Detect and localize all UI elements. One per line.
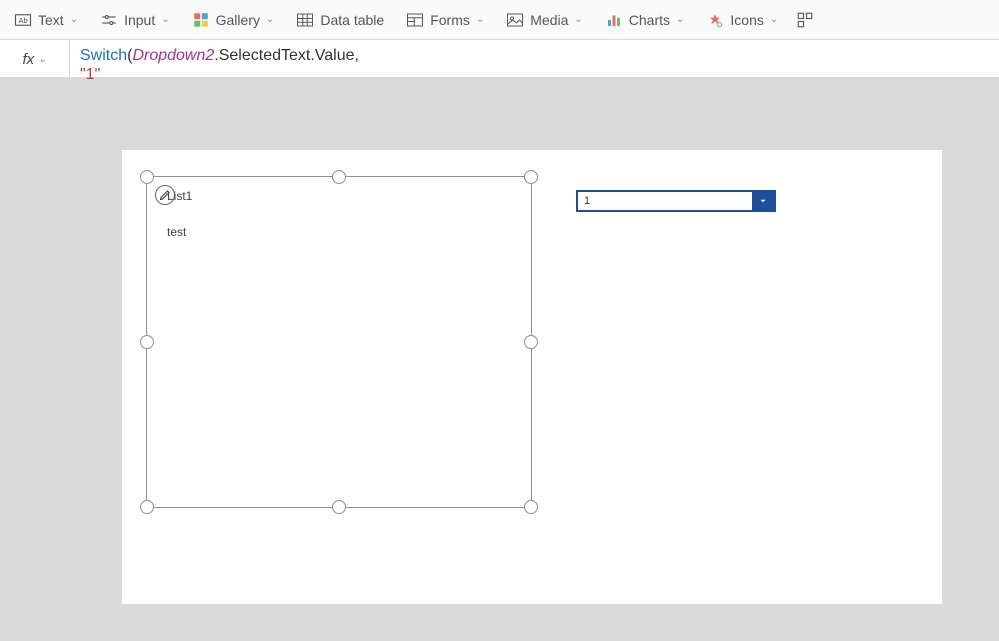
icons-icon <box>706 11 724 29</box>
formula-bar: fx ⌄ Switch(Dropdown2.SelectedText.Value… <box>0 40 999 78</box>
toolbar-gallery[interactable]: Gallery ⌄ <box>182 0 285 39</box>
chevron-down-icon: ⌄ <box>476 14 484 25</box>
toolbar-label: Icons <box>730 12 763 28</box>
resize-handle-e[interactable] <box>524 335 538 349</box>
canvas-area[interactable]: List1 test 1 <box>0 78 999 641</box>
toolbar-label: Data table <box>320 12 384 28</box>
resize-handle-w[interactable] <box>140 335 154 349</box>
toolbar-media[interactable]: Media ⌄ <box>496 0 593 39</box>
gallery-item: test <box>167 225 186 239</box>
selected-gallery[interactable]: List1 test <box>146 176 532 508</box>
text-icon: Ab <box>14 11 32 29</box>
dropdown-toggle[interactable] <box>752 192 774 210</box>
toolbar-label: Text <box>38 12 64 28</box>
resize-handle-nw[interactable] <box>140 170 154 184</box>
chevron-down-icon: ⌄ <box>770 14 778 25</box>
gallery-icon <box>192 11 210 29</box>
chevron-down-icon: ⌄ <box>38 54 46 65</box>
toolbar-label: Media <box>530 12 568 28</box>
dropdown-value: 1 <box>578 192 752 210</box>
toolbar-text[interactable]: Ab Text ⌄ <box>4 0 88 39</box>
toolbar-input[interactable]: Input ⌄ <box>90 0 180 39</box>
toolbar-icons[interactable]: Icons ⌄ <box>696 0 788 39</box>
svg-text:Ab: Ab <box>19 16 28 25</box>
image-icon <box>506 11 524 29</box>
grid-icon <box>796 11 814 29</box>
chevron-down-icon: ⌄ <box>676 14 684 25</box>
fx-dropdown[interactable]: fx ⌄ <box>0 40 70 78</box>
chevron-down-icon: ⌄ <box>70 14 78 25</box>
resize-handle-se[interactable] <box>524 500 538 514</box>
toolbar-more[interactable] <box>790 0 820 39</box>
resize-handle-ne[interactable] <box>524 170 538 184</box>
toolbar-charts[interactable]: Charts ⌄ <box>595 0 695 39</box>
forms-icon <box>406 11 424 29</box>
toolbar-label: Charts <box>629 12 670 28</box>
chevron-down-icon: ⌄ <box>574 14 582 25</box>
resize-handle-n[interactable] <box>332 170 346 184</box>
resize-handle-sw[interactable] <box>140 500 154 514</box>
fx-label: fx <box>22 51 34 68</box>
toolbar-label: Forms <box>430 12 470 28</box>
chevron-down-icon: ⌄ <box>161 14 169 25</box>
toolbar-label: Gallery <box>216 12 260 28</box>
toolbar-label: Input <box>124 12 155 28</box>
sliders-icon <box>100 11 118 29</box>
toolbar-datatable[interactable]: Data table <box>286 0 394 39</box>
table-icon <box>296 11 314 29</box>
toolbar-forms[interactable]: Forms ⌄ <box>396 0 494 39</box>
resize-handle-s[interactable] <box>332 500 346 514</box>
chart-icon <box>605 11 623 29</box>
chevron-down-icon: ⌄ <box>266 14 274 25</box>
dropdown-control[interactable]: 1 <box>576 190 776 212</box>
gallery-title: List1 <box>167 189 192 203</box>
insert-toolbar: Ab Text ⌄ Input ⌄ Gallery ⌄ Data table F… <box>0 0 999 40</box>
